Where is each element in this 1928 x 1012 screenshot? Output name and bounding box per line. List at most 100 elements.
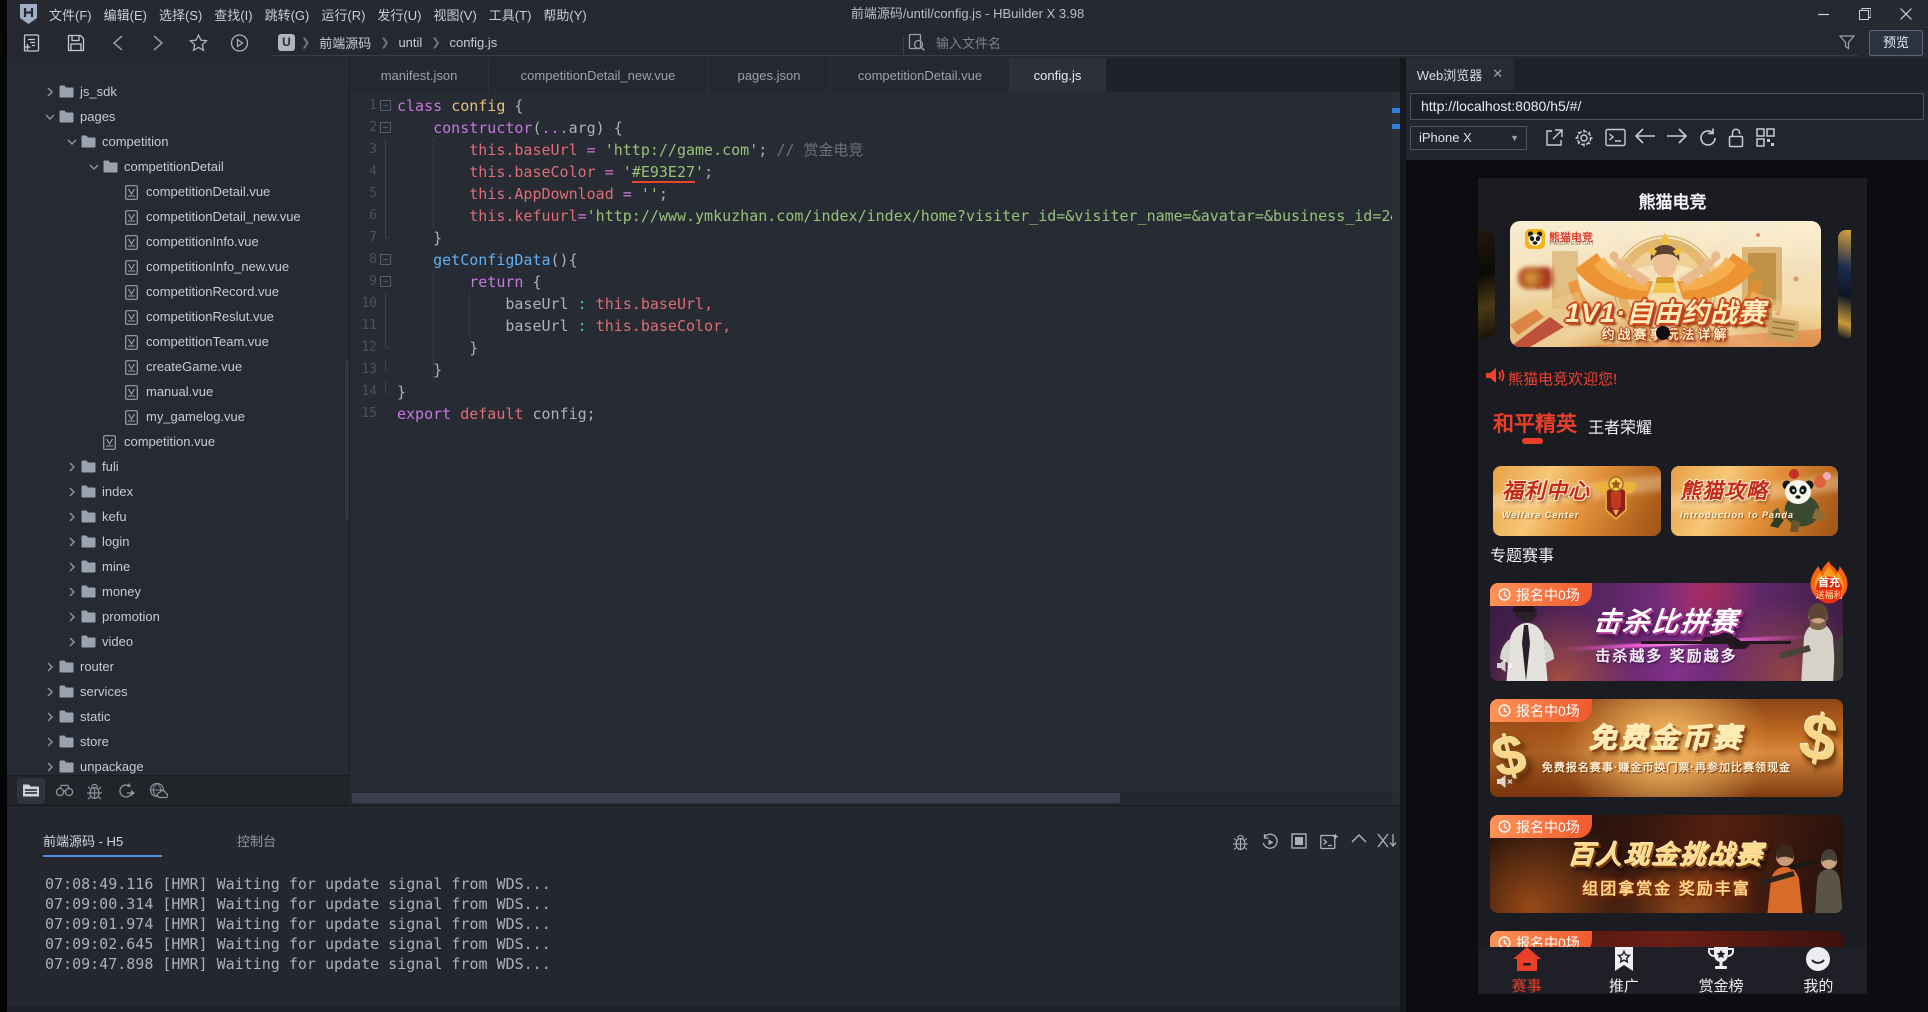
code-line-14[interactable]: 14} — [350, 381, 1400, 403]
menu-item[interactable]: 文件(F) — [49, 5, 92, 24]
menu-item[interactable]: 查找(I) — [214, 5, 252, 24]
nav-forward-icon[interactable] — [1666, 128, 1688, 144]
nav-back-icon[interactable] — [1634, 128, 1656, 144]
window-close-button[interactable] — [1885, 0, 1926, 28]
menu-item[interactable]: 发行(U) — [377, 5, 421, 24]
code-line-15[interactable]: 15export default config; — [350, 403, 1400, 425]
fold-marker[interactable] — [380, 95, 394, 117]
welfare-center-card[interactable]: 福利中心 Welfare Center — [1493, 466, 1661, 536]
game-tab-kings-glory[interactable]: 王者荣耀 — [1588, 414, 1652, 438]
tree-item-kefu[interactable]: kefu — [7, 505, 350, 530]
tree-item-my_gamelog.vue[interactable]: my_gamelog.vue — [7, 405, 350, 430]
tree-item-fuli[interactable]: fuli — [7, 455, 350, 480]
fold-marker[interactable] — [380, 249, 394, 271]
tree-expand-icon[interactable] — [65, 560, 79, 574]
code-line-9[interactable]: 9 return { — [350, 271, 1400, 293]
event-banner-百人现金挑战赛[interactable]: 报名中0场 百人现金挑战赛 组团拿赏金 奖励丰富 — [1490, 815, 1843, 913]
tree-item-competitionTeam.vue[interactable]: competitionTeam.vue — [7, 330, 350, 355]
code-line-8[interactable]: 8 getConfigData(){ — [350, 249, 1400, 271]
tree-item-js_sdk[interactable]: js_sdk — [7, 80, 350, 105]
device-selector[interactable]: iPhone X▼ — [1410, 126, 1527, 150]
console-tab-console[interactable]: 控制台 — [237, 823, 276, 857]
code-line-13[interactable]: 13 } — [350, 359, 1400, 381]
tree-expand-icon[interactable] — [65, 135, 79, 149]
tree-item-competitionInfo.vue[interactable]: competitionInfo.vue — [7, 230, 350, 255]
menu-item[interactable]: 运行(R) — [321, 5, 365, 24]
debug-panel-icon[interactable] — [86, 782, 103, 800]
menu-item[interactable]: 视图(V) — [433, 5, 476, 24]
filter-icon[interactable] — [1839, 35, 1855, 50]
sidebar-scrollbar-thumb[interactable] — [345, 360, 349, 520]
tree-expand-icon[interactable] — [43, 760, 57, 774]
menu-item[interactable]: 工具(T) — [489, 5, 532, 24]
tree-expand-icon[interactable] — [43, 735, 57, 749]
carousel-next-slide[interactable] — [1838, 230, 1851, 338]
tree-item-promotion[interactable]: promotion — [7, 605, 350, 630]
tree-expand-icon[interactable] — [65, 460, 79, 474]
tree-expand-icon[interactable] — [43, 710, 57, 724]
menu-item[interactable]: 跳转(G) — [265, 5, 310, 24]
menu-item[interactable]: 帮助(Y) — [543, 5, 586, 24]
lock-icon[interactable] — [1728, 128, 1744, 148]
editor-tab-competitionDetail_new.vue[interactable]: competitionDetail_new.vue — [489, 58, 708, 92]
sync-panel-icon[interactable] — [117, 782, 136, 800]
menu-item[interactable]: 选择(S) — [159, 5, 202, 24]
muted-speaker-icon[interactable] — [1496, 774, 1513, 789]
console-new-terminal-icon[interactable] — [1320, 833, 1339, 850]
code-line-2[interactable]: 2 constructor(...arg) { — [350, 117, 1400, 139]
code-line-6[interactable]: 6 this.kefuurl='http://www.ymkuzhan.com/… — [350, 205, 1400, 227]
code-line-12[interactable]: 12 } — [350, 337, 1400, 359]
game-tab-peace-elite[interactable]: 和平精英 — [1493, 408, 1577, 438]
breadcrumb-item[interactable]: config.js — [450, 35, 498, 50]
files-panel-icon[interactable] — [22, 782, 40, 799]
tree-item-money[interactable]: money — [7, 580, 350, 605]
editor-tab-competitionDetail.vue[interactable]: competitionDetail.vue — [831, 58, 1010, 92]
editor-hscroll-thumb[interactable] — [352, 793, 1120, 803]
code-line-11[interactable]: 11 baseUrl : this.baseColor, — [350, 315, 1400, 337]
app-tab-我的[interactable]: 我的 — [1770, 947, 1867, 994]
tree-item-router[interactable]: router — [7, 655, 350, 680]
tree-expand-icon[interactable] — [65, 535, 79, 549]
editor-vertical-scrollbar[interactable] — [1392, 92, 1400, 792]
tree-item-video[interactable]: video — [7, 630, 350, 655]
editor-tab-config.js[interactable]: config.js — [1010, 58, 1106, 92]
console-clear-icon[interactable] — [1377, 833, 1397, 848]
window-restore-button[interactable] — [1844, 0, 1885, 28]
tree-item-competitionInfo_new.vue[interactable]: competitionInfo_new.vue — [7, 255, 350, 280]
tree-item-competition.vue[interactable]: competition.vue — [7, 430, 350, 455]
window-minimize-button[interactable] — [1803, 0, 1844, 28]
settings-gear-icon[interactable] — [1574, 128, 1594, 148]
event-banner-免费金币赛[interactable]: $$ 报名中0场 免费金币赛 免费报名赛事·赚金币换门票·再参加比赛领现金 — [1490, 699, 1843, 797]
tree-item-competitionDetail.vue[interactable]: competitionDetail.vue — [7, 180, 350, 205]
code-line-4[interactable]: 4 this.baseColor = '#E93E27'; — [350, 161, 1400, 183]
console-collapse-icon[interactable] — [1351, 833, 1367, 843]
event-banner-击杀比拼赛[interactable]: 报名中0场 击杀比拼赛 击杀越多 奖励越多 首充送福利 — [1490, 583, 1843, 681]
browser-tab-close-icon[interactable]: ✕ — [1492, 66, 1503, 82]
terminal-icon[interactable] — [1605, 128, 1626, 147]
tree-expand-icon[interactable] — [65, 585, 79, 599]
editor-horizontal-scrollbar[interactable] — [351, 792, 1392, 804]
tree-item-store[interactable]: store — [7, 730, 350, 755]
bookmark-star-icon[interactable] — [189, 34, 208, 52]
tree-expand-icon[interactable] — [43, 85, 57, 99]
code-line-10[interactable]: 10 baseUrl : this.baseUrl, — [350, 293, 1400, 315]
qr-code-icon[interactable] — [1756, 128, 1775, 147]
back-button[interactable] — [111, 35, 125, 51]
tree-item-mine[interactable]: mine — [7, 555, 350, 580]
editor-tab-manifest.json[interactable]: manifest.json — [350, 58, 489, 92]
refresh-icon[interactable] — [1698, 128, 1718, 148]
app-tab-推广[interactable]: 推广 — [1575, 947, 1672, 994]
file-search-input[interactable]: 输入文件名 — [907, 28, 1001, 56]
code-line-1[interactable]: 1class config { — [350, 95, 1400, 117]
search-panel-icon[interactable] — [55, 782, 74, 799]
console-tab-h5[interactable]: 前端源码 - H5 — [43, 823, 123, 857]
code-line-5[interactable]: 5 this.AppDownload = ''; — [350, 183, 1400, 205]
breadcrumb-item[interactable]: until — [398, 35, 422, 50]
breadcrumb-item[interactable]: 前端源码 — [319, 33, 371, 52]
code-editor[interactable]: 1class config {2 constructor(...arg) {3 … — [350, 92, 1400, 805]
browser-tab[interactable]: Web浏览器 ✕ — [1406, 58, 1514, 90]
tree-item-competitionDetail[interactable]: competitionDetail — [7, 155, 350, 180]
code-line-3[interactable]: 3 this.baseUrl = 'http://game.com'; // 赏… — [350, 139, 1400, 161]
tree-item-manual.vue[interactable]: manual.vue — [7, 380, 350, 405]
fold-marker[interactable] — [380, 117, 394, 139]
